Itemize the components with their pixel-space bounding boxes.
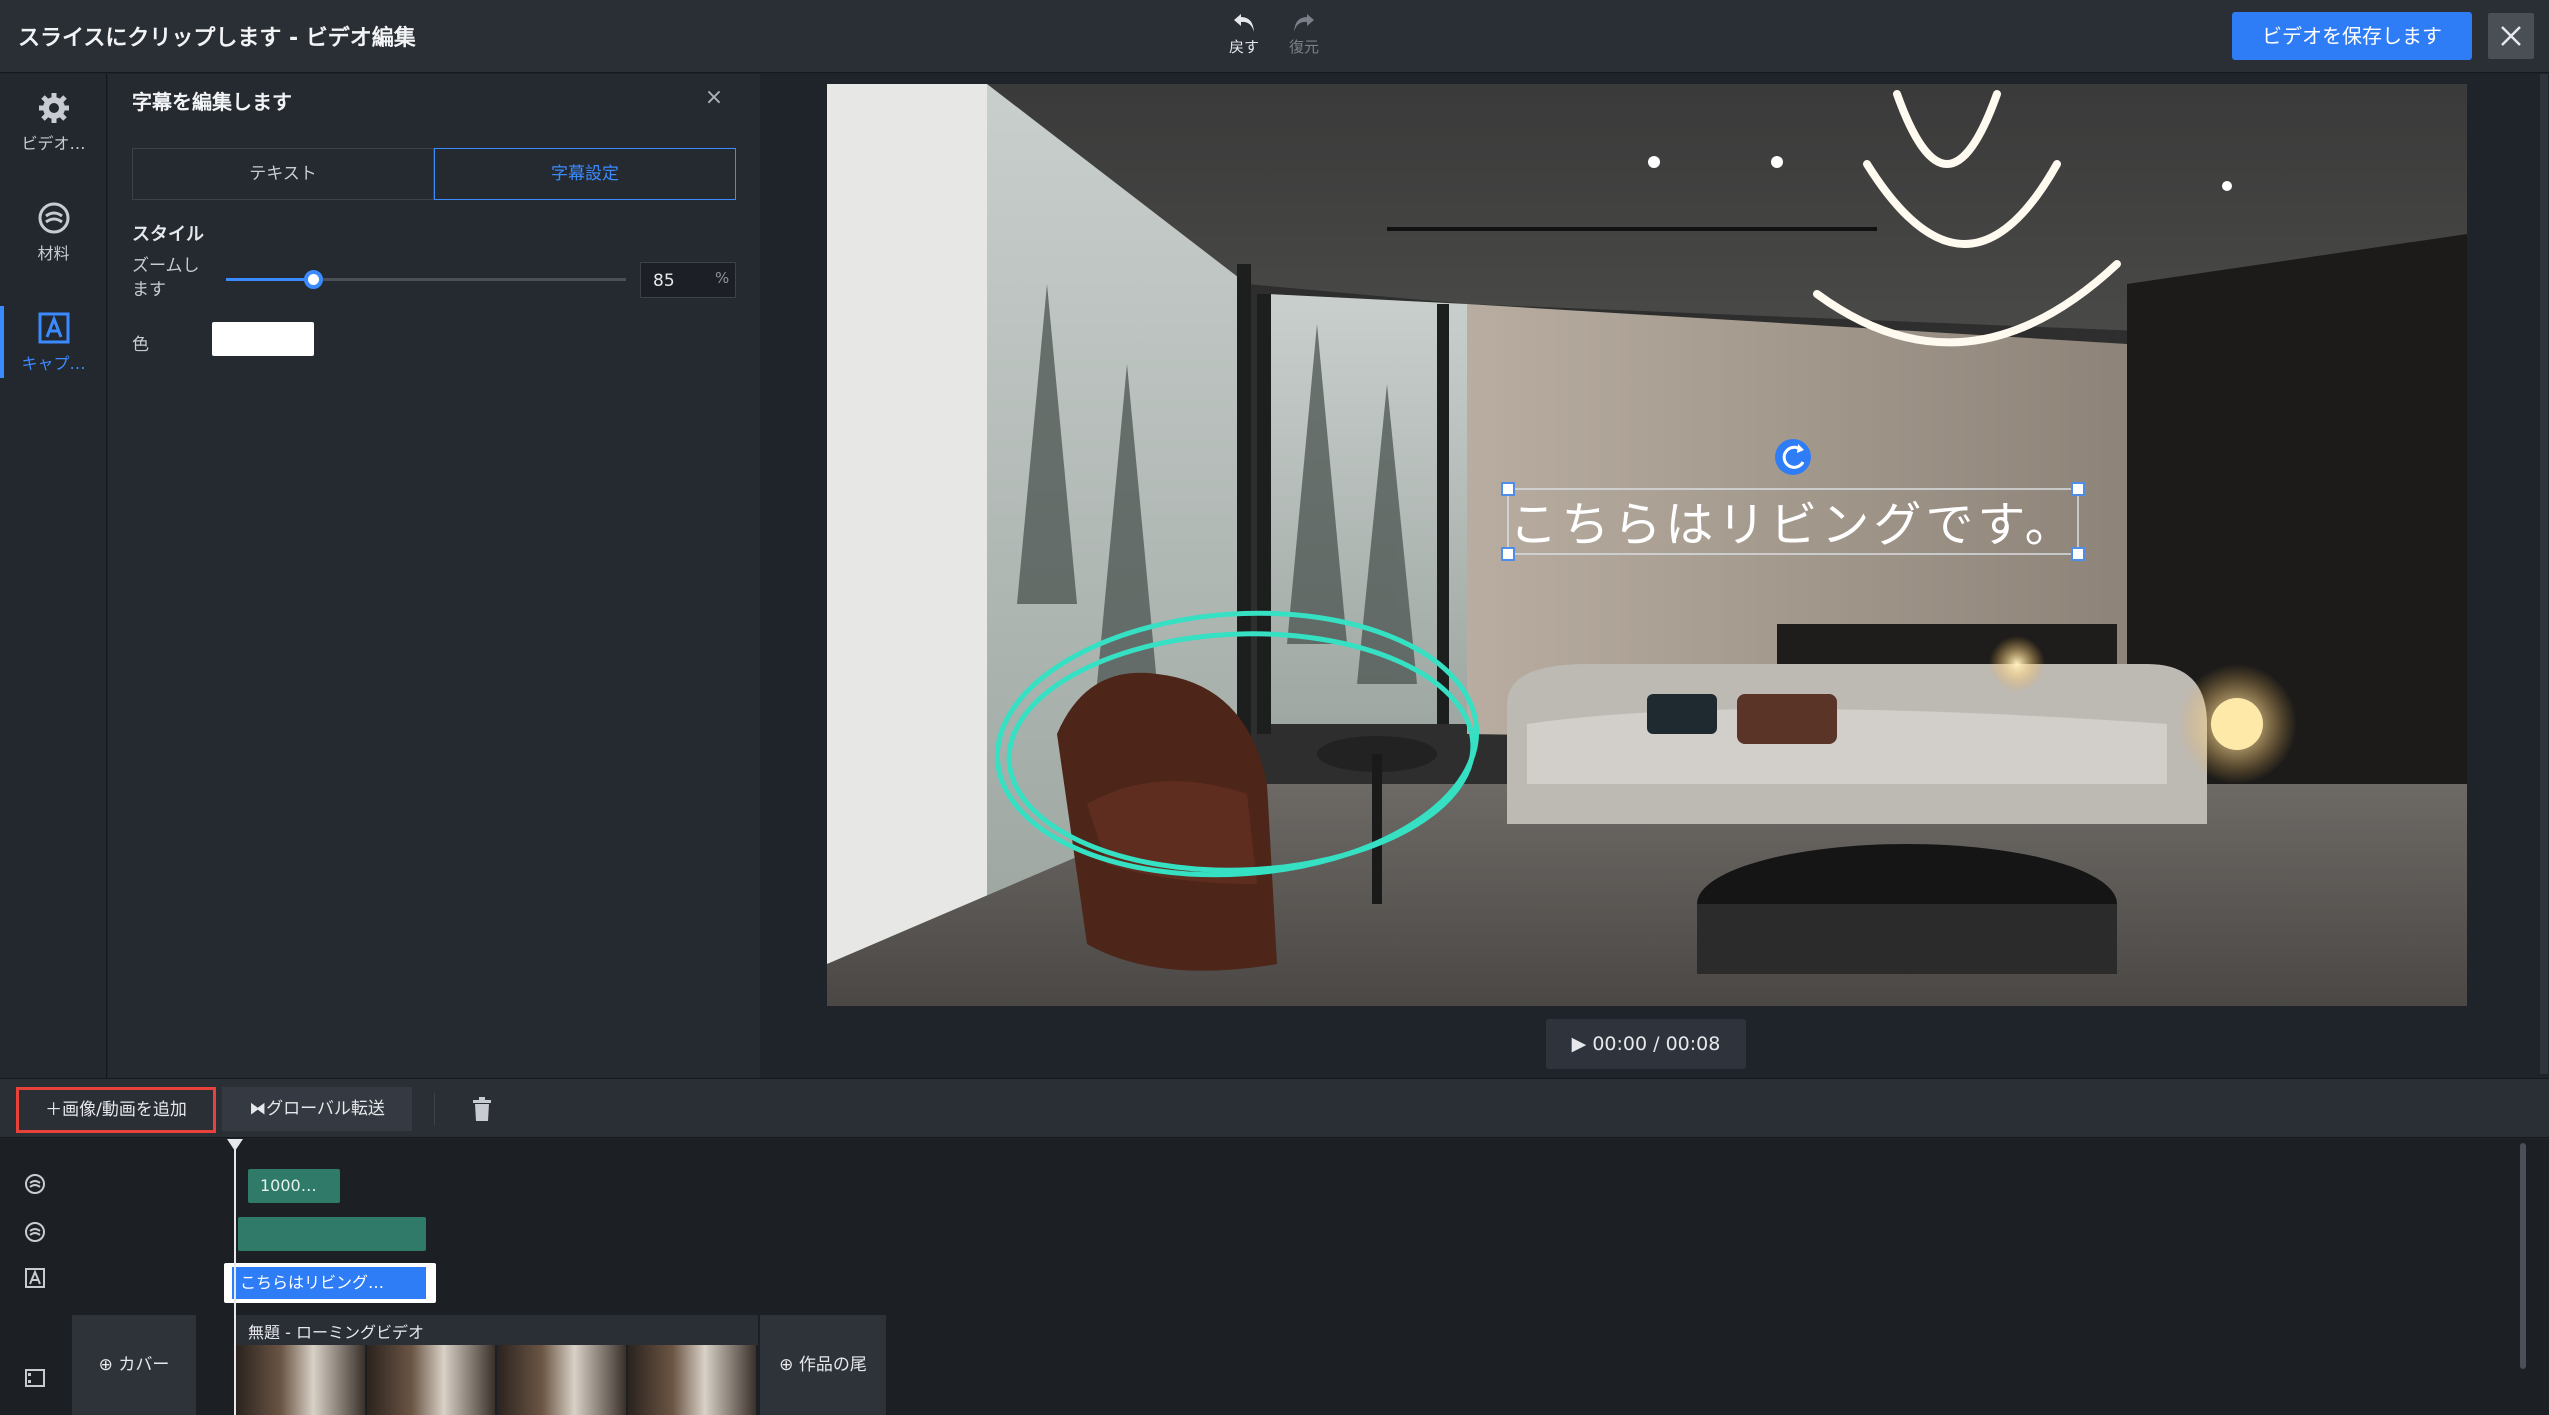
caption-clip[interactable]: こちらはリビング…: [224, 1263, 436, 1303]
playhead[interactable]: [234, 1139, 236, 1415]
gear-icon: [38, 93, 69, 123]
app-title: スライスにクリップします - ビデオ編集: [18, 26, 416, 51]
living-room-scene: こちらはリビングです。: [827, 84, 2467, 1006]
color-swatch[interactable]: [212, 322, 314, 356]
timeline: 1000… こちらはリビング… ⊕ カバー 無題 - ローミングビデオ ⊕ 作品…: [0, 1139, 2549, 1415]
playback-control[interactable]: ▶ 00:00 / 00:08: [1546, 1019, 1746, 1069]
caption-icon: [38, 312, 69, 344]
video-thumbnails: [236, 1345, 758, 1415]
trash-icon: [473, 1097, 491, 1121]
redo-button[interactable]: 復元: [1274, 8, 1334, 66]
tab-caption-settings[interactable]: 字幕設定: [434, 148, 736, 200]
close-icon: [2501, 26, 2521, 46]
sidebar-item-label: ビデオ…: [21, 134, 86, 153]
close-icon: ×: [704, 85, 724, 110]
caption-track-icon: [25, 1268, 45, 1288]
panel-title: 字幕を編集します: [132, 90, 292, 114]
transition-icon: ⧓: [249, 1099, 267, 1119]
preview-scrollbar[interactable]: [2540, 74, 2548, 1074]
style-heading: スタイル: [132, 224, 204, 245]
video-clip[interactable]: 無題 - ローミングビデオ: [236, 1315, 758, 1415]
zoom-slider-thumb[interactable]: [304, 270, 323, 289]
tab-text[interactable]: テキスト: [132, 148, 434, 200]
thumbnail: [627, 1345, 758, 1415]
zoom-value: 85: [653, 271, 675, 291]
audio-clip[interactable]: 1000…: [248, 1169, 340, 1203]
play-icon[interactable]: ▶: [1572, 1033, 1587, 1055]
add-media-label: 画像/動画を追加: [62, 1100, 187, 1120]
global-transition-label: グローバル転送: [266, 1099, 385, 1119]
sidebar-item-video[interactable]: ビデオ…: [0, 90, 107, 190]
preview-area: こちらはリビングです。 ▶ 00:00 / 00:08: [761, 74, 2549, 1078]
undo-button[interactable]: 戻す: [1214, 8, 1274, 66]
zoom-input[interactable]: 85 %: [640, 262, 736, 298]
video-preview[interactable]: こちらはリビングです。: [827, 84, 2467, 1006]
panel-close-button[interactable]: ×: [700, 84, 728, 112]
redo-icon: [1294, 14, 1314, 32]
add-circle-icon: ⊕: [98, 1355, 113, 1375]
caption-overlay-text[interactable]: こちらはリビングです。: [1509, 497, 2076, 553]
sidebar-item-caption[interactable]: キャプ…: [0, 310, 107, 410]
global-transition-button[interactable]: ⧓グローバル転送: [222, 1087, 412, 1131]
zoom-unit: %: [715, 269, 730, 287]
zoom-slider-fill: [226, 278, 314, 281]
sidebar-item-label: キャプ…: [21, 354, 86, 373]
left-rail: ビデオ… 材料 キャプ…: [0, 74, 107, 1078]
sidebar-item-label: 材料: [37, 244, 70, 263]
audio-clip[interactable]: [238, 1217, 426, 1251]
ending-button[interactable]: ⊕ 作品の尾: [760, 1315, 886, 1415]
sidebar-item-material[interactable]: 材料: [0, 200, 107, 300]
music-track-icon: [25, 1174, 45, 1194]
video-clip-title: 無題 - ローミングビデオ: [248, 1323, 424, 1342]
thumbnail: [366, 1345, 497, 1415]
zoom-label: ズームします: [132, 256, 200, 300]
thumbnail: [497, 1345, 628, 1415]
video-track-icon: [25, 1369, 45, 1387]
undo-label: 戻す: [1228, 38, 1259, 56]
add-circle-icon: ⊕: [779, 1355, 794, 1375]
add-media-button[interactable]: ＋画像/動画を追加: [16, 1087, 216, 1133]
caption-edit-panel: 字幕を編集します × テキスト 字幕設定 スタイル ズームします 85 % 色: [108, 74, 760, 1078]
close-window-button[interactable]: [2488, 13, 2534, 59]
color-label: 色: [132, 335, 149, 355]
plus-icon: ＋: [45, 1100, 63, 1120]
playhead-handle[interactable]: [227, 1139, 243, 1151]
undo-icon: [1234, 14, 1254, 32]
toolbar-divider: [434, 1093, 435, 1125]
save-video-button[interactable]: ビデオを保存します: [2232, 12, 2472, 60]
material-icon: [38, 202, 69, 234]
sound-effect-track-icon: [25, 1222, 45, 1242]
cover-button[interactable]: ⊕ カバー: [72, 1315, 196, 1415]
timeline-scrollbar[interactable]: [2520, 1143, 2526, 1369]
caption-clip-label: こちらはリビング…: [232, 1267, 426, 1299]
cover-label: カバー: [118, 1355, 170, 1375]
timeline-toolbar: ＋画像/動画を追加 ⧓グローバル転送: [0, 1078, 2549, 1138]
title-bar: スライスにクリップします - ビデオ編集 戻す 復元 ビデオを保存します: [0, 0, 2549, 73]
delete-button[interactable]: [462, 1091, 502, 1127]
redo-label: 復元: [1288, 38, 1319, 56]
time-display: 00:00 / 00:08: [1592, 1033, 1721, 1055]
thumbnail: [236, 1345, 367, 1415]
tail-label: 作品の尾: [798, 1355, 867, 1375]
